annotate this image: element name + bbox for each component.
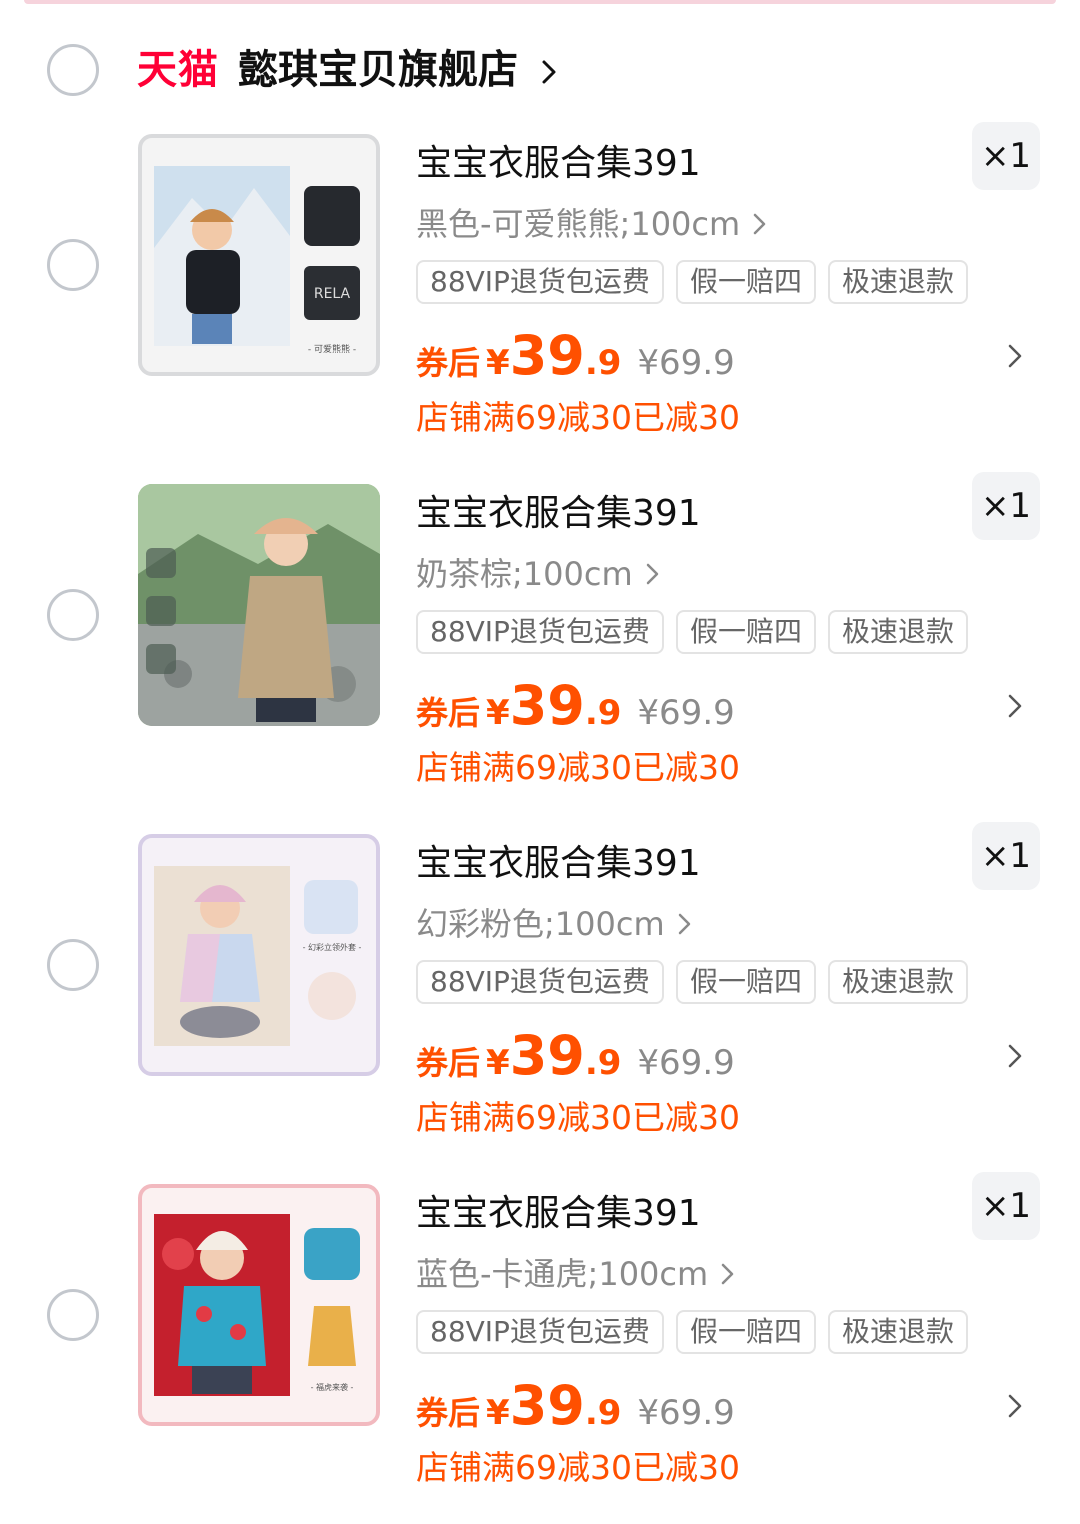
service-tags: 88VIP退货包运费 假一赔四 极速退款 [416,610,968,654]
price-symbol: ¥ [486,343,510,383]
service-tags: 88VIP退货包运费 假一赔四 极速退款 [416,960,968,1004]
quantity-badge[interactable]: ×1 [972,822,1040,890]
image-caption: - 幻彩立领外套 - [303,942,362,952]
price-symbol: ¥ [486,693,510,733]
price-label: 券后 [416,694,481,732]
store-header: 天猫 懿琪宝贝旗舰店 [0,28,1080,114]
original-price: ¥69.9 [637,693,735,733]
price-row: 券后 ¥ 39 .9 ¥69.9 [416,1026,735,1086]
original-price: ¥69.9 [637,1043,735,1083]
item-title[interactable]: 宝宝衣服合集391 [416,1192,701,1236]
tag-88vip: 88VIP退货包运费 [416,1310,664,1354]
sku-text: 蓝色-卡通虎;100cm [416,1255,709,1293]
original-price: ¥69.9 [637,343,735,383]
item-select-radio[interactable] [47,1289,99,1341]
tag-88vip: 88VIP退货包运费 [416,260,664,304]
price-integer: 39 [509,1024,585,1087]
item-select-radio[interactable] [47,589,99,641]
sku-text: 黑色-可爱熊熊;100cm [416,205,741,243]
tag-88vip: 88VIP退货包运费 [416,960,664,1004]
quantity-badge[interactable]: ×1 [972,122,1040,190]
item-select-radio[interactable] [47,939,99,991]
service-tags: 88VIP退货包运费 假一赔四 极速退款 [416,260,968,304]
cart-item: - 福虎来袭 - 宝宝衣服合集391 蓝色-卡通虎;100cm ×1 88VIP… [0,1172,1080,1524]
chevron-right-icon [721,1263,734,1285]
cart-item: - 幻彩立领外套 - 宝宝衣服合集391 幻彩粉色;100cm ×1 88VIP… [0,822,1080,1174]
price-row: 券后 ¥ 39 .9 ¥69.9 [416,326,735,386]
sku-selector[interactable]: 蓝色-卡通虎;100cm [416,1254,736,1294]
sku-text: 幻彩粉色;100cm [416,905,665,943]
price-row: 券后 ¥ 39 .9 ¥69.9 [416,1376,735,1436]
chevron-right-icon [753,213,766,235]
price-row: 券后 ¥ 39 .9 ¥69.9 [416,676,735,736]
product-image[interactable]: RELA - 可爱熊熊 - [138,134,380,376]
price-decimal: .9 [584,1393,622,1433]
price-label: 券后 [416,1394,481,1432]
store-select-radio[interactable] [47,44,99,96]
image-caption: - 可爱熊熊 - [308,343,356,355]
promo-text: 店铺满69减30已减30 [416,748,740,787]
tag-fast-refund: 极速退款 [827,960,968,1004]
price-label: 券后 [416,1044,481,1082]
price-decimal: .9 [584,1043,622,1083]
price-integer: 39 [509,674,585,737]
price-label: 券后 [416,344,481,382]
tag-authentic: 假一赔四 [675,960,816,1004]
tag-authentic: 假一赔四 [675,1310,816,1354]
chevron-right-icon[interactable] [1006,1042,1024,1070]
sku-selector[interactable]: 黑色-可爱熊熊;100cm [416,204,768,244]
tmall-logo: 天猫 [137,47,219,93]
chevron-right-icon[interactable] [540,58,560,86]
item-select-radio[interactable] [47,239,99,291]
promo-text: 店铺满69减30已减30 [416,1448,740,1487]
quantity-badge[interactable]: ×1 [972,1172,1040,1240]
image-caption: - 福虎来袭 - [311,1382,354,1392]
price-integer: 39 [509,1374,585,1437]
item-title[interactable]: 宝宝衣服合集391 [416,142,701,186]
top-strip [24,0,1056,4]
tag-88vip: 88VIP退货包运费 [416,610,664,654]
cart-item: RELA - 可爱熊熊 - 宝宝衣服合集391 黑色-可爱熊熊;100cm ×1… [0,122,1080,474]
product-image[interactable]: - 福虎来袭 - [138,1184,380,1426]
promo-text: 店铺满69减30已减30 [416,1098,740,1137]
quantity-badge[interactable]: ×1 [972,472,1040,540]
chevron-right-icon [646,563,658,585]
product-image[interactable]: - 幻彩立领外套 - [138,834,380,1076]
tag-fast-refund: 极速退款 [827,610,968,654]
chevron-right-icon[interactable] [1006,1392,1024,1420]
item-title[interactable]: 宝宝衣服合集391 [416,492,701,536]
price-symbol: ¥ [486,1393,510,1433]
tag-authentic: 假一赔四 [675,610,816,654]
sku-selector[interactable]: 奶茶棕;100cm [416,554,661,594]
promo-text: 店铺满69减30已减30 [416,398,740,437]
chevron-right-icon[interactable] [1006,692,1024,720]
original-price: ¥69.9 [637,1393,735,1433]
sku-selector[interactable]: 幻彩粉色;100cm [416,904,693,944]
service-tags: 88VIP退货包运费 假一赔四 极速退款 [416,1310,968,1354]
product-image[interactable] [138,484,380,726]
chevron-right-icon[interactable] [1006,342,1024,370]
store-name[interactable]: 懿琪宝贝旗舰店 [238,46,518,94]
item-title[interactable]: 宝宝衣服合集391 [416,842,701,886]
price-symbol: ¥ [486,1043,510,1083]
price-decimal: .9 [584,343,622,383]
chevron-right-icon [678,913,690,935]
price-integer: 39 [509,324,585,387]
sku-text: 奶茶棕;100cm [416,555,633,593]
tag-fast-refund: 极速退款 [827,260,968,304]
tag-fast-refund: 极速退款 [827,1310,968,1354]
cart-item: 宝宝衣服合集391 奶茶棕;100cm ×1 88VIP退货包运费 假一赔四 极… [0,472,1080,824]
tag-authentic: 假一赔四 [675,260,816,304]
price-decimal: .9 [584,693,622,733]
svg-text:RELA: RELA [314,286,351,302]
